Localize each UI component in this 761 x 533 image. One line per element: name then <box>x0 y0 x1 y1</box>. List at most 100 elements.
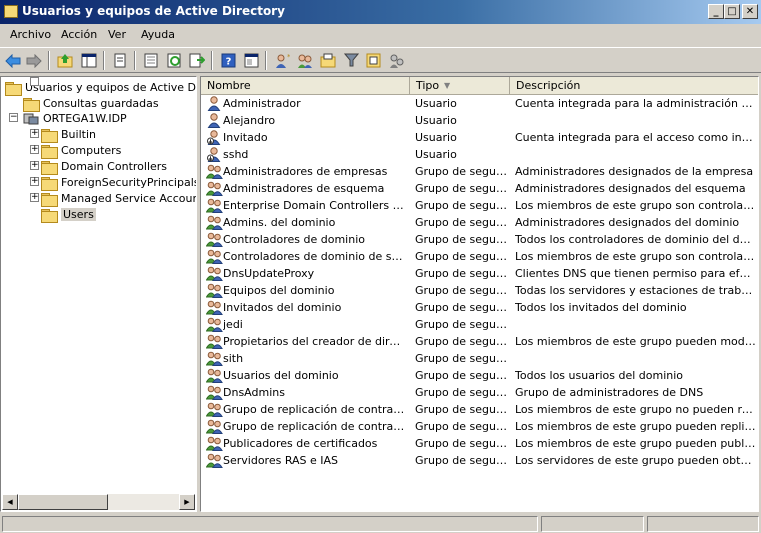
expand-icon[interactable] <box>30 77 39 86</box>
tree-horizontal-scrollbar[interactable]: ◀ ▶ <box>2 494 195 510</box>
tree-item-users[interactable]: Users <box>41 206 96 223</box>
tree-item-label: Builtin <box>61 127 96 141</box>
tree-item-computers[interactable]: Computers <box>41 142 121 159</box>
maximize-button[interactable]: □ <box>724 4 740 19</box>
menu-accion[interactable]: Acción <box>61 28 97 41</box>
cell-name: Admins. del dominio <box>223 216 336 229</box>
cell-name: Servidores RAS e IAS <box>223 454 339 467</box>
table-row[interactable]: DnsUpdateProxy Grupo de seguri... Clientes… <box>201 265 758 282</box>
table-row[interactable]: Invitado Usuario Cuenta integrada para el … <box>201 129 758 146</box>
tree-item-builtin[interactable]: Builtin <box>41 126 96 143</box>
table-row[interactable]: sshd Usuario <box>201 146 758 163</box>
table-row[interactable]: Invitados del dominio Grupo de seguri... T… <box>201 299 758 316</box>
cell-description <box>515 351 757 367</box>
tree-item-managed-service-accounts[interactable]: Managed Service Accounts <box>41 190 196 207</box>
cell-type: Grupo de seguri... <box>415 369 507 382</box>
folder-icon <box>41 128 58 143</box>
expand-icon[interactable]: + <box>30 129 39 138</box>
console-icon[interactable] <box>242 52 260 69</box>
group-icon <box>205 316 223 332</box>
table-row[interactable]: Grupo de replicación de contraseña ... Gr… <box>201 418 758 435</box>
cell-type: Usuario <box>415 114 457 127</box>
scroll-right-button[interactable]: ▶ <box>179 494 195 510</box>
scroll-thumb[interactable] <box>18 494 108 510</box>
window-title: Usuarios y equipos de Active Directory <box>22 4 285 18</box>
table-row[interactable]: Controladores de dominio Grupo de seguri.… <box>201 231 758 248</box>
properties-icon[interactable] <box>142 52 160 69</box>
up-folder-icon[interactable] <box>56 52 74 69</box>
tree-item-label: ORTEGA1W.IDP <box>43 111 127 125</box>
table-row[interactable]: sith Grupo de seguri... <box>201 350 758 367</box>
copy-icon[interactable] <box>111 52 129 69</box>
table-row[interactable]: Servidores RAS e IAS Grupo de seguri... Lo… <box>201 452 758 469</box>
table-row[interactable]: DnsAdmins Grupo de seguri... Grupo de admi… <box>201 384 758 401</box>
cell-name: DnsUpdateProxy <box>223 267 315 280</box>
refresh-icon[interactable] <box>165 52 183 69</box>
cell-name: Enterprise Domain Controllers de só... <box>223 199 407 212</box>
organizational-unit-icon[interactable] <box>319 52 337 69</box>
table-row[interactable]: Enterprise Domain Controllers de só... Gr… <box>201 197 758 214</box>
cell-description: Los miembros de este grupo son controlad… <box>515 199 757 212</box>
table-row[interactable]: jedi Grupo de seguri... <box>201 316 758 333</box>
status-panel-main <box>2 516 538 532</box>
cell-type: Grupo de seguri... <box>415 267 507 280</box>
tree-item-domain-controllers[interactable]: Domain Controllers <box>41 158 168 175</box>
table-row[interactable]: Administradores de empresas Grupo de segu… <box>201 163 758 180</box>
tree-item-domain[interactable]: ORTEGA1W.IDP <box>23 110 127 126</box>
cell-name: Usuarios del dominio <box>223 369 339 382</box>
add-to-group-icon[interactable] <box>365 52 383 69</box>
title-bar: Usuarios y equipos de Active Directory _… <box>0 0 761 24</box>
expand-icon[interactable]: + <box>30 193 39 202</box>
table-row[interactable]: Equipos del dominio Grupo de seguri... Tod… <box>201 282 758 299</box>
close-button[interactable]: ✕ <box>742 4 758 19</box>
back-arrow-icon[interactable] <box>4 52 22 69</box>
menu-ayuda[interactable]: Ayuda <box>141 28 175 41</box>
delegate-icon[interactable] <box>388 52 406 69</box>
tree-item-saved-queries[interactable]: Consultas guardadas <box>23 95 159 112</box>
cell-description <box>515 317 757 333</box>
table-row[interactable]: Administrador Usuario Cuenta integrada par… <box>201 95 758 112</box>
new-group-icon[interactable] <box>296 52 314 69</box>
table-row[interactable]: Usuarios del dominio Grupo de seguri... To… <box>201 367 758 384</box>
table-row[interactable]: Controladores de dominio de sólo le... Gr… <box>201 248 758 265</box>
tree-item-label: Domain Controllers <box>61 159 168 173</box>
table-row[interactable]: Alejandro Usuario <box>201 112 758 129</box>
expand-icon[interactable]: + <box>30 177 39 186</box>
table-row[interactable]: Grupo de replicación de contraseña ... Gr… <box>201 401 758 418</box>
cell-type: Grupo de seguri... <box>415 318 507 331</box>
column-header-name[interactable]: Nombre <box>201 77 410 95</box>
tree-item-label: Consultas guardadas <box>43 96 159 110</box>
group-icon <box>205 265 223 281</box>
cell-description: Administradores designados de la empresa <box>515 165 754 178</box>
show-tree-icon[interactable] <box>80 52 98 69</box>
user-icon <box>206 112 222 128</box>
cell-type: Grupo de seguri... <box>415 233 507 246</box>
table-row[interactable]: Propietarios del creador de directiv... G… <box>201 333 758 350</box>
cell-description: Los miembros de este grupo no pueden rep… <box>515 403 757 416</box>
menu-ver[interactable]: Ver <box>108 28 126 41</box>
cell-type: Grupo de seguri... <box>415 284 507 297</box>
table-row[interactable]: Publicadores de certificados Grupo de seg… <box>201 435 758 452</box>
scroll-left-button[interactable]: ◀ <box>2 494 18 510</box>
group-icon <box>205 435 223 451</box>
cell-type: Grupo de seguri... <box>415 437 507 450</box>
list-pane: Nombre Tipo ▼ Descripción Administrador U… <box>200 76 759 512</box>
menu-archivo[interactable]: Archivo <box>10 28 51 41</box>
help-icon[interactable]: ? <box>219 52 237 69</box>
table-row[interactable]: Admins. del dominio Grupo de seguri... Adm… <box>201 214 758 231</box>
filter-icon[interactable] <box>342 52 360 69</box>
new-user-icon[interactable]: * <box>273 52 291 69</box>
export-list-icon[interactable] <box>188 52 206 69</box>
column-header-description[interactable]: Descripción <box>510 77 758 95</box>
column-header-type[interactable]: Tipo ▼ <box>410 77 510 95</box>
collapse-icon[interactable]: − <box>9 113 18 122</box>
tree-item-foreign-security-principals[interactable]: ForeignSecurityPrincipals <box>41 174 196 191</box>
expand-icon[interactable]: + <box>30 161 39 170</box>
cell-type: Grupo de seguri... <box>415 199 507 212</box>
folder-icon <box>23 97 40 112</box>
expand-icon[interactable]: + <box>30 145 39 154</box>
forward-arrow-icon[interactable] <box>25 52 43 69</box>
table-row[interactable]: Administradores de esquema Grupo de segur… <box>201 180 758 197</box>
minimize-button[interactable]: _ <box>708 4 724 19</box>
cell-description <box>515 113 757 129</box>
